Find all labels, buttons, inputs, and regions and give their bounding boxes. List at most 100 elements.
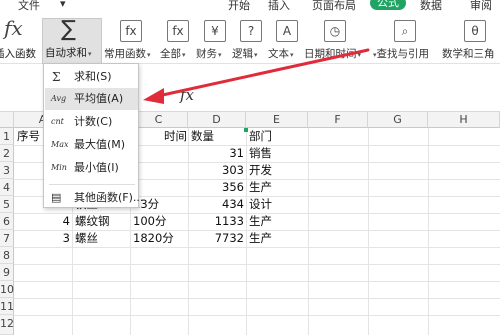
autosum-button[interactable]: ∑ 自动求和▾ — [42, 17, 102, 64]
cell-d7[interactable]: 7732 — [188, 230, 244, 247]
menu-item-max[interactable]: Max 最大值(M) — [45, 134, 138, 156]
menu-bar: 文件 ▾ 开始 插入 页面布局 公式 数据 审阅 — [0, 0, 500, 12]
cell-e6[interactable]: 生产 — [249, 213, 307, 230]
max-icon: Max — [51, 140, 69, 149]
row-header[interactable]: 12 — [0, 315, 14, 335]
autosum-dropdown: Σ 求和(S) Avg 平均值(A) cnt 计数(C) Max 最大值(M) … — [43, 63, 143, 209]
menu-item-min[interactable]: Min 最小值(I) — [45, 157, 138, 179]
chevron-down-icon: ▾ — [147, 51, 151, 59]
row-header[interactable]: 5 — [0, 196, 14, 213]
chevron-down-icon: ▾ — [357, 51, 362, 59]
menu-item-label: 其他函数(F)... — [74, 191, 144, 204]
row-header[interactable]: 9 — [0, 264, 14, 281]
text-functions-button[interactable]: A 文本▾ — [268, 20, 306, 64]
recent-functions-button[interactable]: fx 常用函数▾ — [104, 20, 160, 64]
column-header[interactable]: E — [246, 112, 308, 128]
min-icon: Min — [51, 163, 67, 172]
chevron-down-icon: ▾ — [290, 51, 294, 59]
lookup-label: 查找与引用 — [376, 48, 430, 60]
cell-e7[interactable]: 生产 — [249, 230, 307, 247]
cell-c6[interactable]: 100分 — [133, 213, 187, 230]
menu-item-label: 计数(C) — [74, 115, 113, 128]
cell-e2[interactable]: 销售 — [249, 145, 307, 162]
function-list-icon: ▤ — [51, 191, 62, 204]
finance-book-icon: ¥ — [204, 20, 226, 42]
cell-a7[interactable]: 3 — [14, 230, 70, 247]
logic-functions-button[interactable]: ? 逻辑▾ — [232, 20, 270, 64]
row-header[interactable]: 1 — [0, 128, 14, 145]
row-header[interactable]: 7 — [0, 230, 14, 247]
average-icon: Avg — [51, 94, 67, 103]
chevron-down-icon: ▾ — [88, 50, 92, 58]
menu-item-other-functions[interactable]: ▤ 其他函数(F)... — [45, 187, 143, 209]
menu-caret-icon[interactable]: ▾ — [60, 0, 66, 10]
function-book-icon: fx — [167, 20, 189, 42]
column-header[interactable]: G — [368, 112, 428, 128]
datetime-label: 日期和时间 — [304, 48, 357, 60]
spreadsheet-app: 文件 ▾ 开始 插入 页面布局 公式 数据 审阅 fx 插入函数 ∑ 自动求和▾… — [0, 0, 500, 335]
row-header[interactable]: 10 — [0, 281, 14, 298]
row-header[interactable]: 4 — [0, 179, 14, 196]
menu-item-label: 求和(S) — [74, 70, 112, 83]
menu-item-label: 最小值(I) — [74, 161, 119, 174]
finance-functions-button[interactable]: ¥ 财务▾ — [196, 20, 234, 64]
cell-d2[interactable]: 31 — [188, 145, 244, 162]
column-header[interactable]: H — [428, 112, 500, 128]
grid-line — [428, 128, 429, 335]
menu-item-sum[interactable]: Σ 求和(S) — [45, 66, 138, 88]
cell-e4[interactable]: 生产 — [249, 179, 307, 196]
select-all-corner[interactable] — [0, 112, 14, 128]
grid-line — [368, 128, 369, 335]
math-label: 数学和三角 — [442, 48, 495, 60]
cell-a6[interactable]: 4 — [14, 213, 70, 230]
all-functions-label: 全部 — [160, 48, 181, 60]
cell-comment-marker — [244, 128, 248, 132]
menu-formula[interactable]: 公式 — [370, 0, 406, 10]
row-header[interactable]: 11 — [0, 298, 14, 315]
cell-b6[interactable]: 螺纹钢 — [75, 213, 129, 230]
sigma-icon: Σ — [52, 70, 61, 84]
insert-function-icon[interactable]: fx — [4, 16, 23, 40]
search-book-icon: ⌕ — [394, 20, 416, 42]
column-header[interactable]: F — [308, 112, 368, 128]
cell-e1[interactable]: 部门 — [249, 128, 307, 145]
column-header[interactable]: D — [188, 112, 246, 128]
cell-c1[interactable]: 时间 — [133, 128, 187, 145]
datetime-functions-button[interactable]: ◷ 日期和时间▾ — [304, 20, 368, 64]
autosum-label: 自动求和 — [45, 47, 87, 59]
lookup-functions-button[interactable]: ⌕ ▾查找与引用 — [372, 20, 438, 64]
logic-book-icon: ? — [240, 20, 262, 42]
row-header[interactable]: 6 — [0, 213, 14, 230]
function-book-icon: fx — [120, 20, 142, 42]
recent-functions-label: 常用函数 — [104, 48, 146, 60]
logic-label: 逻辑 — [232, 48, 253, 60]
cell-d5[interactable]: 434 — [188, 196, 244, 213]
menu-item-average[interactable]: Avg 平均值(A) — [45, 88, 138, 110]
cell-d3[interactable]: 303 — [188, 162, 244, 179]
cell-d1[interactable]: 数量 — [191, 128, 245, 145]
cell-d6[interactable]: 1133 — [188, 213, 244, 230]
chevron-down-icon: ▾ — [254, 51, 258, 59]
cell-d4[interactable]: 356 — [188, 179, 244, 196]
row-header[interactable]: 3 — [0, 162, 14, 179]
row-header[interactable]: 8 — [0, 247, 14, 264]
cell-c7[interactable]: 1820分 — [133, 230, 187, 247]
text-book-icon: A — [276, 20, 298, 42]
ribbon: fx 插入函数 ∑ 自动求和▾ fx 常用函数▾ fx 全部▾ ¥ 财务▾ ? … — [0, 12, 500, 64]
cell-e5[interactable]: 设计 — [249, 196, 307, 213]
menu-item-count[interactable]: cnt 计数(C) — [45, 111, 138, 133]
all-functions-button[interactable]: fx 全部▾ — [160, 20, 198, 64]
count-icon: cnt — [51, 117, 64, 126]
math-book-icon: θ — [464, 20, 486, 42]
text-label: 文本 — [268, 48, 289, 60]
formula-fx-icon[interactable]: fx — [180, 86, 194, 104]
math-functions-button[interactable]: θ 数学和三角 — [442, 20, 500, 64]
clock-book-icon: ◷ — [324, 20, 346, 42]
sigma-icon: ∑ — [61, 17, 76, 42]
menu-item-label: 平均值(A) — [74, 92, 124, 105]
cell-b7[interactable]: 螺丝 — [75, 230, 129, 247]
cell-e3[interactable]: 开发 — [249, 162, 307, 179]
grid-line — [246, 128, 247, 335]
insert-function-label[interactable]: 插入函数 — [0, 46, 36, 61]
row-header[interactable]: 2 — [0, 145, 14, 162]
